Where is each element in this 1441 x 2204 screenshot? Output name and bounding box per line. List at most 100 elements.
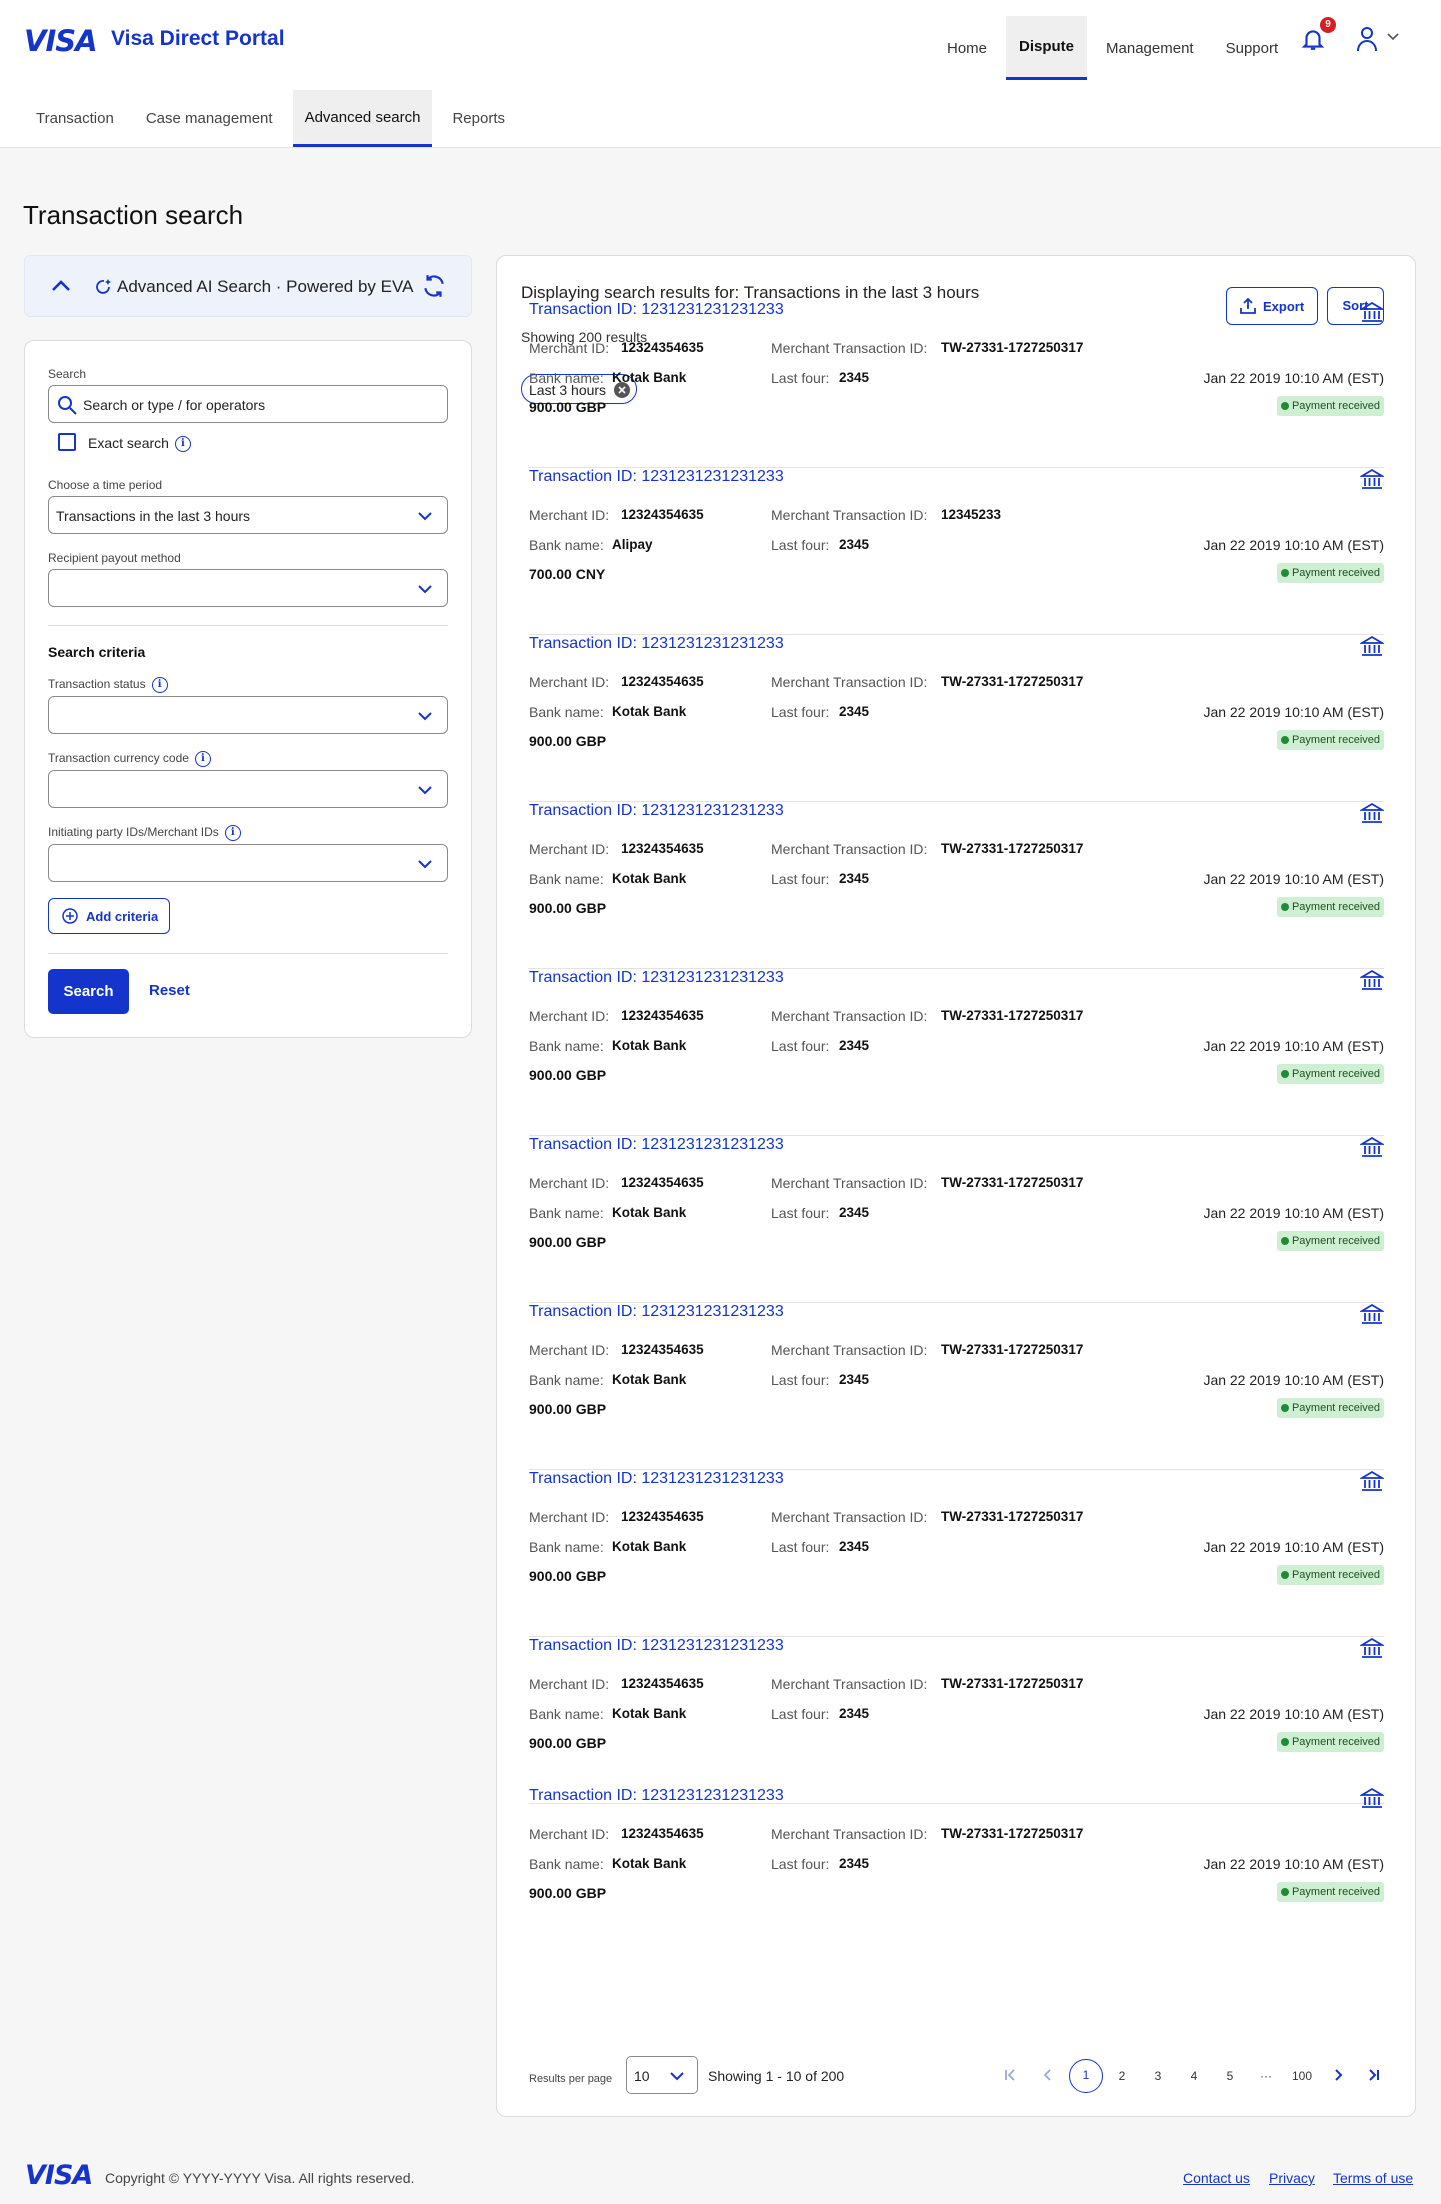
last-four-value: 2345 [839,1038,870,1053]
terms-of-use-link[interactable]: Terms of use [1333,2170,1413,2186]
search-input[interactable]: Search or type / for operators [48,385,448,423]
last-page-icon[interactable] [1357,2059,1391,2093]
transaction-amount: 900.00 GBP [529,900,607,916]
nav-home[interactable]: Home [934,16,1000,80]
info-icon[interactable]: i [174,436,191,453]
ai-sparkle-icon [96,279,111,294]
last-four-value: 2345 [839,537,870,552]
refresh-icon[interactable] [421,273,447,299]
page-4[interactable]: 4 [1177,2059,1211,2093]
bank-name-value: Kotak Bank [612,704,687,719]
transaction-amount: 900.00 GBP [529,733,607,749]
add-criteria-button[interactable]: Add criteria [48,898,170,934]
transaction-id-link[interactable]: Transaction ID: 1231231231231233 [529,969,784,987]
transaction-amount: 900.00 GBP [529,1735,607,1751]
merchant-id-label: Merchant ID: [529,1342,610,1358]
tab-case-management[interactable]: Case management [134,90,285,147]
transaction-id-link[interactable]: Transaction ID: 1231231231231233 [529,1787,784,1805]
copyright-text: Copyright © YYYY-YYYY Visa. All rights r… [105,2170,415,2186]
transaction-row[interactable]: Transaction ID: 1231231231231233 Merchant… [529,969,1386,1136]
bank-name-value: Kotak Bank [612,1038,687,1053]
chevron-down-icon [418,585,432,594]
transaction-id-link[interactable]: Transaction ID: 1231231231231233 [529,635,784,653]
last-four-label: Last four: [771,1856,830,1872]
merchant-id-label: Merchant ID: [529,1676,610,1692]
transaction-status-label: Transaction status [48,677,146,692]
transaction-row[interactable]: Transaction ID: 1231231231231233 Merchant… [529,468,1386,635]
prev-page-icon[interactable] [1031,2059,1065,2093]
page-100[interactable]: 100 [1285,2059,1319,2093]
contact-us-link[interactable]: Contact us [1183,2170,1250,2186]
transaction-row[interactable]: Transaction ID: 1231231231231233 Merchant… [529,1136,1386,1303]
transaction-row[interactable]: Transaction ID: 1231231231231233 Merchant… [529,301,1386,468]
results-panel: Displaying search results for: Transacti… [496,255,1416,2117]
transaction-id-link[interactable]: Transaction ID: 1231231231231233 [529,301,784,319]
merchant-id-label: Merchant ID: [529,674,610,690]
transaction-id-link[interactable]: Transaction ID: 1231231231231233 [529,802,784,820]
transaction-id-link[interactable]: Transaction ID: 1231231231231233 [529,1136,784,1154]
transaction-status-select[interactable] [48,696,448,734]
nav-management[interactable]: Management [1093,16,1207,80]
reset-button[interactable]: Reset [149,982,190,999]
transaction-row[interactable]: Transaction ID: 1231231231231233 Merchant… [529,802,1386,969]
user-icon[interactable] [1355,25,1379,53]
transaction-row[interactable]: Transaction ID: 1231231231231233 Merchant… [529,1303,1386,1470]
exact-search-label: Exact search [88,435,169,451]
per-page-label: Results per page [529,2073,613,2085]
merchant-txn-id-label: Merchant Transaction ID: [771,340,928,356]
last-four-label: Last four: [771,1372,830,1388]
bank-name-value: Kotak Bank [612,1372,687,1387]
merchant-id-value: 12324354635 [621,1826,704,1841]
transaction-date: Jan 22 2019 10:10 AM (EST) [1203,1539,1384,1555]
info-icon[interactable]: i [224,825,241,841]
merchant-txn-id-value: 12345233 [941,507,1002,522]
transaction-row[interactable]: Transaction ID: 1231231231231233 Merchant… [529,1787,1386,1954]
transaction-id-link[interactable]: Transaction ID: 1231231231231233 [529,468,784,486]
visa-logo[interactable]: VISA [24,24,98,58]
currency-code-label: Transaction currency code [48,751,189,766]
info-icon[interactable]: i [151,677,168,693]
next-page-icon[interactable] [1321,2059,1355,2093]
transaction-row[interactable]: Transaction ID: 1231231231231233 Merchant… [529,635,1386,802]
currency-code-select[interactable] [48,770,448,808]
tab-advanced-search[interactable]: Advanced search [292,90,433,147]
transaction-id-link[interactable]: Transaction ID: 1231231231231233 [529,1470,784,1488]
payout-method-select[interactable] [48,569,448,607]
tab-transaction[interactable]: Transaction [24,90,126,147]
merchant-id-label: Merchant ID: [529,507,610,523]
merchant-ids-select[interactable] [48,844,448,882]
page-2[interactable]: 2 [1105,2059,1139,2093]
merchant-id-value: 12324354635 [621,1342,704,1357]
exact-search-checkbox[interactable] [58,433,76,451]
plus-circle-icon [62,908,78,924]
search-button[interactable]: Search [48,969,129,1014]
page-5[interactable]: 5 [1213,2059,1247,2093]
transaction-date: Jan 22 2019 10:10 AM (EST) [1203,1038,1384,1054]
last-four-label: Last four: [771,1038,830,1054]
info-icon[interactable]: i [194,751,211,767]
ai-search-bar[interactable]: Advanced AI Search · Powered by EVA [24,255,472,317]
chevron-down-icon[interactable] [1386,32,1400,42]
page-3[interactable]: 3 [1141,2059,1175,2093]
first-page-icon[interactable] [993,2059,1027,2093]
nav-support[interactable]: Support [1213,16,1292,80]
transaction-amount: 900.00 GBP [529,1568,607,1584]
bank-icon [1358,1136,1386,1158]
portal-title[interactable]: Visa Direct Portal [111,27,285,51]
merchant-txn-id-value: TW-27331-1727250317 [941,1342,1084,1357]
privacy-link[interactable]: Privacy [1269,2170,1315,2186]
transaction-date: Jan 22 2019 10:10 AM (EST) [1203,704,1384,720]
page-1[interactable]: 1 [1069,2059,1103,2093]
merchant-txn-id-label: Merchant Transaction ID: [771,1826,928,1842]
transaction-id-link[interactable]: Transaction ID: 1231231231231233 [529,1637,784,1655]
transaction-id-link[interactable]: Transaction ID: 1231231231231233 [529,1303,784,1321]
divider [48,625,448,626]
time-period-select[interactable]: Transactions in the last 3 hours [48,496,448,534]
transaction-row[interactable]: Transaction ID: 1231231231231233 Merchant… [529,1637,1386,1804]
chevron-up-icon[interactable] [51,278,71,292]
tab-reports[interactable]: Reports [440,90,517,147]
nav-dispute[interactable]: Dispute [1006,16,1088,80]
transaction-row[interactable]: Transaction ID: 1231231231231233 Merchant… [529,1470,1386,1637]
bank-name-value: Kotak Bank [612,1205,687,1220]
per-page-select[interactable]: 10 [626,2056,698,2094]
